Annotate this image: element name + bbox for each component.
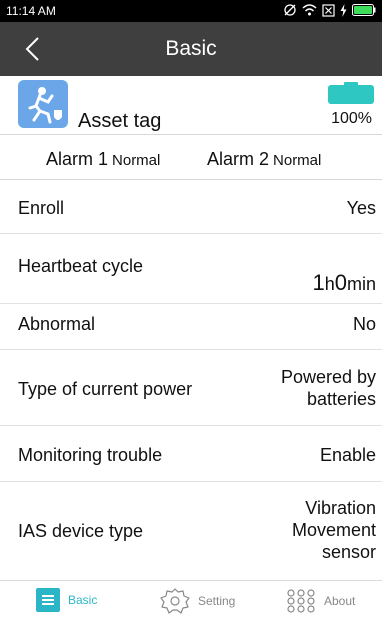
tab-basic[interactable]: Basic [36, 588, 97, 612]
alarm-off-icon [284, 4, 296, 16]
tab-setting-label: Setting [198, 594, 236, 608]
status-bar: 11:14 AM [0, 0, 382, 22]
ias-device-type-label: IAS device type [18, 521, 144, 541]
gear-icon [160, 588, 190, 614]
alarm-2-status: Alarm 2 Normal [207, 149, 321, 170]
device-name: Asset tag [78, 110, 162, 132]
power-type-value-line-1: Powered by [280, 367, 376, 387]
alarm-status-row: Alarm 1 Normal Alarm 2 Normal [0, 134, 382, 180]
heartbeat-hours-unit: h [324, 274, 335, 294]
heartbeat-cycle-label: Heartbeat cycle [18, 256, 144, 276]
monitoring-trouble-label: Monitoring trouble [18, 445, 163, 465]
bottom-tab-bar: Basic Setting About [0, 580, 382, 619]
ias-device-type-line-2: Movement [291, 520, 376, 540]
abnormal-row: Abnormal No [0, 304, 382, 350]
enroll-value: Yes [346, 198, 376, 218]
status-battery-icon [352, 4, 376, 16]
heartbeat-cycle-value: 1h0min [312, 272, 376, 295]
charging-icon [340, 3, 347, 17]
power-type-value: Powered by batteries [281, 366, 376, 410]
heartbeat-cycle-row[interactable]: Heartbeat cycle 1h0min [0, 234, 382, 304]
heartbeat-minutes: 0 [334, 270, 347, 295]
alarm-2-state: Normal [273, 152, 322, 169]
wifi-icon [302, 4, 317, 16]
sim-x-icon [322, 3, 335, 17]
enroll-row: Enroll Yes [0, 180, 382, 234]
tab-basic-label: Basic [68, 593, 98, 607]
list-icon [36, 588, 60, 612]
ias-device-type-value: Vibration Movement sensor [292, 497, 376, 563]
alarm-1-state: Normal [112, 152, 161, 169]
battery-percentage: 100% [331, 110, 372, 127]
tab-setting[interactable]: Setting [160, 588, 235, 614]
alarm-1-status: Alarm 1 Normal [46, 149, 160, 170]
battery-icon [328, 82, 374, 104]
abnormal-label: Abnormal [18, 314, 96, 334]
page-title: Basic [165, 37, 217, 60]
power-type-label: Type of current power [18, 379, 193, 399]
dots-grid-icon [287, 589, 315, 613]
asset-tag-icon [18, 80, 68, 128]
ias-device-type-line-1: Vibration [305, 498, 376, 518]
monitoring-trouble-row[interactable]: Monitoring trouble Enable [0, 426, 382, 482]
enroll-label: Enroll [18, 198, 65, 218]
abnormal-value: No [352, 314, 376, 334]
ias-device-type-row: IAS device type Vibration Movement sensor [0, 482, 382, 580]
heartbeat-hours: 1 [312, 270, 325, 295]
status-icons [283, 3, 376, 17]
device-summary: Asset tag 100% [0, 76, 382, 134]
tab-about-label: About [324, 594, 356, 608]
tab-about[interactable]: About [286, 588, 355, 614]
alarm-2-label: Alarm 2 [207, 149, 270, 169]
alarm-1-label: Alarm 1 [46, 149, 109, 169]
power-type-row: Type of current power Powered by batterie… [0, 350, 382, 426]
ias-device-type-line-3: sensor [321, 542, 376, 562]
heartbeat-minutes-unit: min [346, 274, 376, 294]
header-bar: Basic [0, 22, 382, 76]
power-type-value-line-2: batteries [306, 389, 376, 409]
status-time: 11:14 AM [6, 4, 56, 18]
monitoring-trouble-value: Enable [319, 445, 376, 465]
